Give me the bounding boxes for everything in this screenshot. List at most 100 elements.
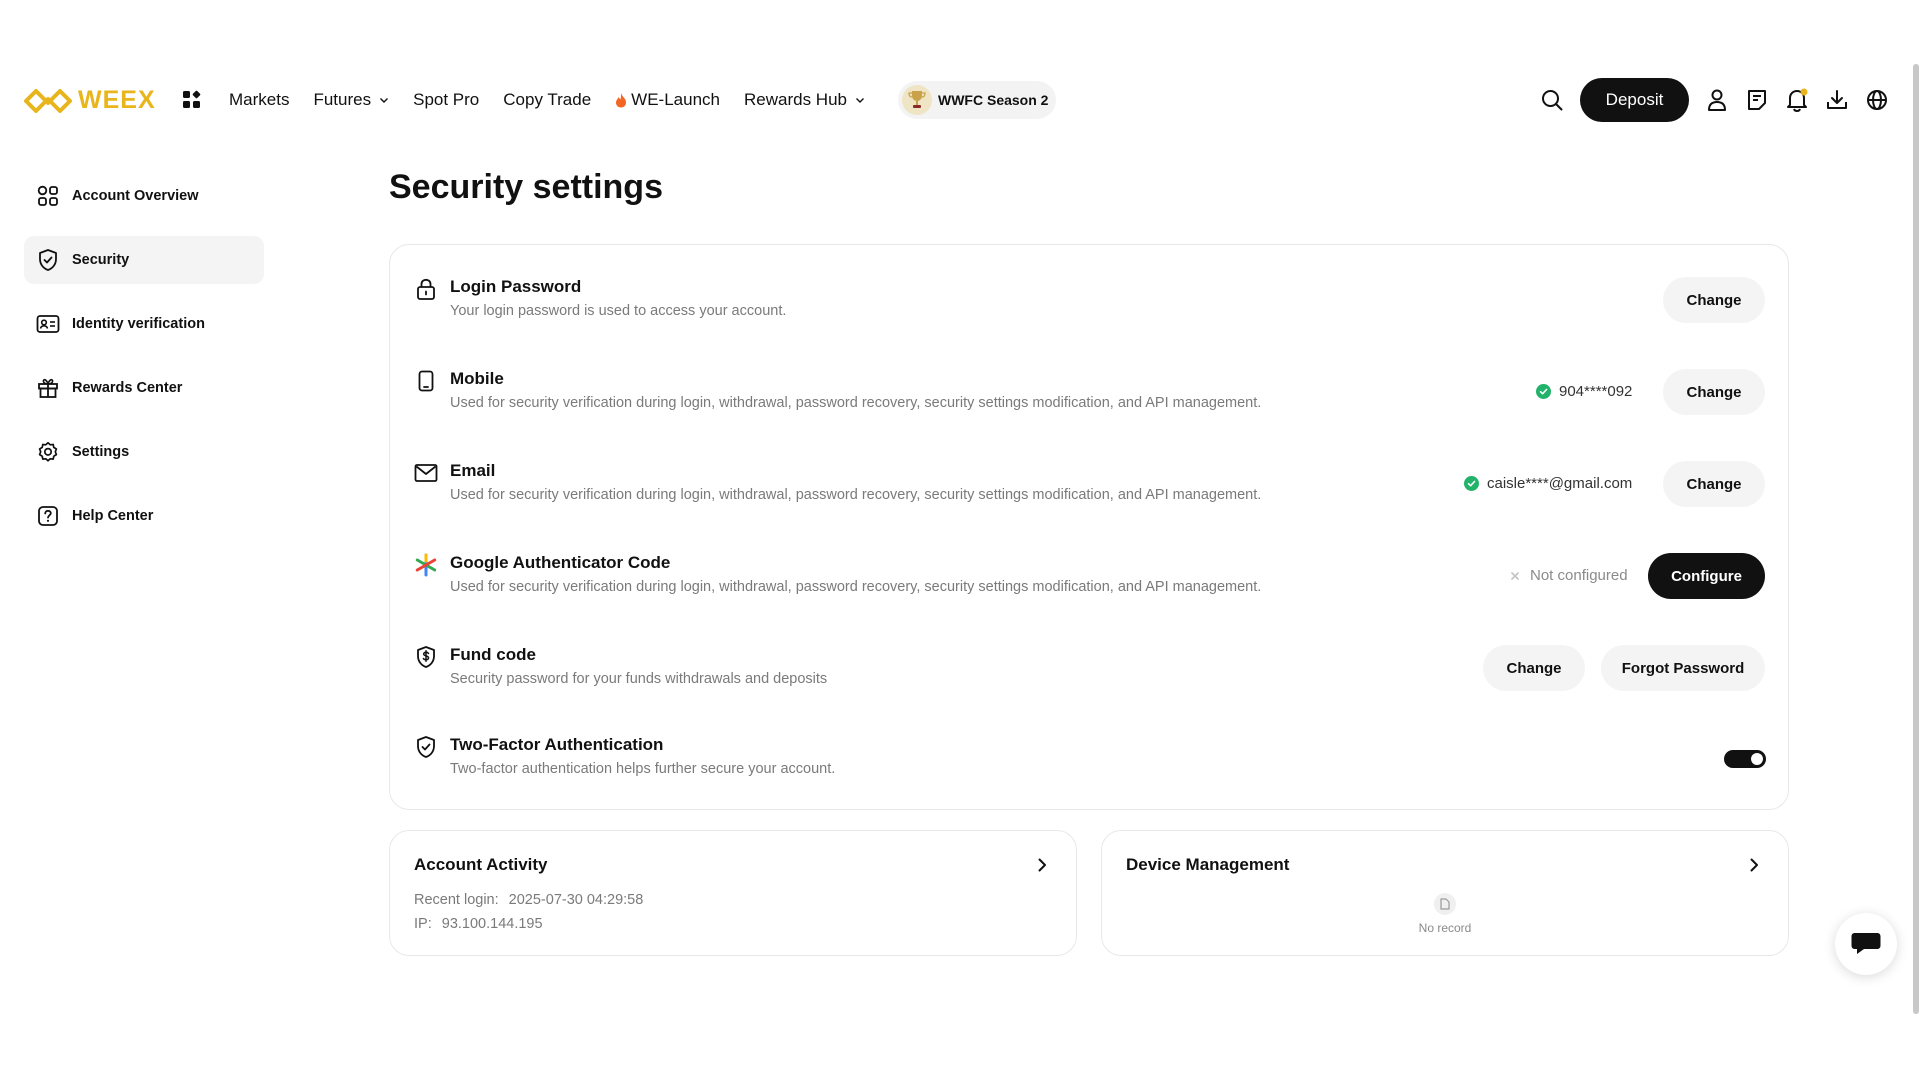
help-icon — [36, 504, 60, 528]
google-authenticator-icon — [414, 553, 438, 577]
trophy-icon — [902, 85, 932, 115]
brand-name: WEEX — [78, 86, 156, 114]
gear-icon — [36, 440, 60, 464]
chat-icon — [1851, 933, 1881, 954]
weex-logo[interactable]: WEEX — [24, 86, 156, 115]
recent-login-label: Recent login: — [414, 892, 499, 908]
empty-document-icon — [1434, 893, 1456, 915]
fund-code-row: Fund code Security password for your fun… — [390, 613, 1790, 691]
email-status: caisle****@gmail.com — [1464, 475, 1632, 492]
chevron-right-icon[interactable] — [1032, 855, 1052, 875]
nav-markets[interactable]: Markets — [229, 90, 289, 110]
row-title: Google Authenticator Code — [450, 553, 671, 572]
nav-label: Markets — [229, 90, 290, 109]
sidebar-item-help-center[interactable]: Help Center — [24, 492, 264, 540]
nav-label: Copy Trade — [503, 90, 592, 109]
nav-label: WE-Launch — [631, 90, 720, 109]
forgot-fund-password-button[interactable]: Forgot Password — [1601, 645, 1765, 691]
nav-copy-trade[interactable]: Copy Trade — [503, 90, 591, 110]
mobile-phone-icon — [414, 369, 438, 393]
top-navigation-bar: WEEX Markets Futures Spot Pro Copy Trade… — [0, 70, 1920, 130]
email-row: Email Used for security verification dur… — [390, 429, 1790, 507]
change-fund-code-button[interactable]: Change — [1483, 645, 1585, 691]
account-sidebar: Account Overview Security Identity verif… — [24, 172, 264, 556]
orders-icon[interactable] — [1745, 88, 1769, 112]
sidebar-item-label: Account Overview — [72, 188, 199, 204]
season-label: WWFC Season 2 — [938, 92, 1049, 108]
login-password-row: Login Password Your login password is us… — [390, 245, 1790, 323]
sidebar-item-label: Settings — [72, 444, 130, 460]
change-login-password-button[interactable]: Change — [1663, 277, 1765, 323]
id-card-icon — [36, 312, 60, 336]
chevron-down-icon — [380, 98, 389, 103]
main-nav: Markets Futures Spot Pro Copy Trade WE-L… — [229, 88, 889, 112]
search-icon[interactable] — [1540, 88, 1564, 112]
configure-google-auth-button[interactable]: Configure — [1648, 553, 1765, 599]
google-authenticator-row: Google Authenticator Code Used for secur… — [390, 521, 1790, 599]
deposit-button[interactable]: Deposit — [1580, 78, 1689, 122]
mobile-number: 904****092 — [1559, 383, 1633, 400]
row-title: Two-Factor Authentication — [450, 735, 664, 754]
nav-label: Rewards Hub — [743, 90, 847, 109]
two-factor-row: Two-Factor Authentication Two-factor aut… — [390, 703, 1790, 777]
two-factor-toggle[interactable] — [1724, 750, 1766, 768]
verified-check-icon — [1464, 476, 1479, 491]
globe-icon[interactable] — [1865, 88, 1889, 112]
recent-login: Recent login: 2025-07-30 04:29:58 — [414, 892, 643, 908]
sidebar-item-identity-verification[interactable]: Identity verification — [24, 300, 264, 348]
sidebar-item-security[interactable]: Security — [24, 236, 264, 284]
change-email-button[interactable]: Change — [1663, 461, 1765, 507]
nav-futures[interactable]: Futures — [313, 90, 389, 110]
nav-spot-pro[interactable]: Spot Pro — [413, 90, 479, 110]
sidebar-item-label: Help Center — [72, 508, 154, 524]
nav-label: Futures — [313, 90, 372, 109]
lock-icon — [414, 277, 438, 301]
verified-check-icon — [1536, 384, 1551, 399]
flame-icon — [616, 92, 627, 107]
shield-check-icon — [414, 735, 438, 759]
sidebar-item-rewards-center[interactable]: Rewards Center — [24, 364, 264, 412]
login-ip: IP: 93.100.144.195 — [414, 916, 543, 932]
gift-icon — [36, 376, 60, 400]
empty-state: No record — [1102, 893, 1788, 935]
chevron-right-icon[interactable] — [1744, 855, 1764, 875]
sidebar-item-label: Security — [72, 252, 130, 268]
mobile-status: 904****092 — [1536, 383, 1632, 400]
google-auth-status: Not configured — [1507, 567, 1628, 584]
nav-rewards-hub[interactable]: Rewards Hub — [744, 90, 865, 110]
not-configured-x-icon — [1507, 568, 1522, 583]
row-title: Email — [450, 461, 496, 480]
chevron-down-icon — [855, 98, 864, 103]
sidebar-item-settings[interactable]: Settings — [24, 428, 264, 476]
page-scrollbar-thumb[interactable] — [1913, 64, 1919, 1014]
nav-we-launch[interactable]: WE-Launch — [615, 90, 720, 110]
row-description: Used for security verification during lo… — [450, 579, 1262, 595]
row-title: Mobile — [450, 369, 504, 388]
security-settings-card: Login Password Your login password is us… — [389, 244, 1789, 810]
download-icon[interactable] — [1825, 88, 1849, 112]
sidebar-item-label: Rewards Center — [72, 380, 183, 396]
empty-state-text: No record — [1418, 921, 1472, 935]
ip-value: 93.100.144.195 — [441, 916, 543, 932]
support-chat-button[interactable] — [1835, 913, 1897, 975]
device-management-card[interactable]: Device Management No record — [1101, 830, 1789, 956]
google-auth-status-text: Not configured — [1530, 567, 1628, 584]
sidebar-item-label: Identity verification — [72, 316, 205, 332]
toggle-knob — [1751, 753, 1763, 765]
bell-icon[interactable] — [1785, 88, 1809, 112]
row-title: Fund code — [450, 645, 536, 664]
change-mobile-button[interactable]: Change — [1663, 369, 1765, 415]
envelope-icon — [414, 461, 438, 485]
row-description: Two-factor authentication helps further … — [450, 761, 836, 777]
row-description: Your login password is used to access yo… — [450, 303, 787, 319]
shield-dollar-icon — [414, 645, 438, 669]
weex-logo-mark-icon — [24, 88, 72, 113]
page-title: Security settings — [389, 168, 663, 206]
sidebar-item-account-overview[interactable]: Account Overview — [24, 172, 264, 220]
user-icon[interactable] — [1705, 88, 1729, 112]
apps-grid-icon[interactable] — [182, 90, 202, 110]
nav-label: Spot Pro — [413, 90, 480, 109]
account-activity-card[interactable]: Account Activity Recent login: 2025-07-3… — [389, 830, 1077, 956]
row-title: Login Password — [450, 277, 582, 296]
wwfc-season-button[interactable]: WWFC Season 2 — [898, 81, 1057, 119]
